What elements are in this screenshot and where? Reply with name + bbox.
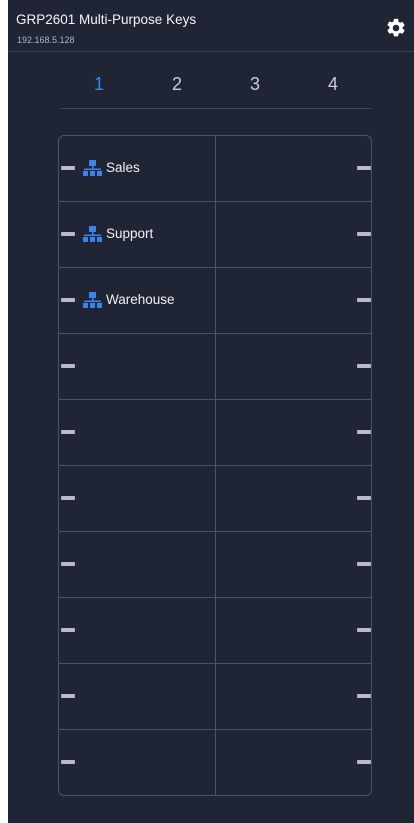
mpk-key-left-7[interactable] (59, 532, 215, 597)
mpk-key-left-10[interactable] (59, 730, 215, 795)
mpk-key-left-3[interactable]: Warehouse (59, 268, 215, 333)
mpk-key-right-2[interactable] (216, 202, 371, 267)
keys-panel: GRP2601 Multi-Purpose Keys 192.168.5.128… (8, 0, 414, 823)
key-label: Support (106, 226, 154, 241)
network-group-icon (83, 292, 102, 308)
mpk-key-right-7[interactable] (216, 532, 371, 597)
device-ip: 192.168.5.128 (17, 35, 75, 45)
key-row: Support (59, 202, 371, 268)
key-led-indicator (61, 760, 75, 764)
key-led-indicator (61, 298, 75, 302)
tab-1[interactable]: 1 (60, 74, 138, 95)
key-led-indicator (61, 628, 75, 632)
key-grid: Sales Support Warehouse (58, 135, 372, 796)
mpk-key-left-5[interactable] (59, 400, 215, 465)
mpk-key-right-9[interactable] (216, 664, 371, 729)
key-led-indicator (357, 628, 371, 632)
key-row: Warehouse (59, 268, 371, 334)
key-led-indicator (61, 430, 75, 434)
page-title: GRP2601 Multi-Purpose Keys (16, 12, 197, 27)
key-led-indicator (357, 166, 371, 170)
header: GRP2601 Multi-Purpose Keys 192.168.5.128 (8, 0, 414, 52)
mpk-key-left-2[interactable]: Support (59, 202, 215, 267)
key-led-indicator (61, 166, 75, 170)
key-led-indicator (61, 496, 75, 500)
key-led-indicator (61, 694, 75, 698)
mpk-key-right-10[interactable] (216, 730, 371, 795)
key-led-indicator (357, 430, 371, 434)
network-group-icon (83, 226, 102, 242)
key-led-indicator (357, 364, 371, 368)
key-led-indicator (357, 496, 371, 500)
tab-3[interactable]: 3 (216, 74, 294, 95)
key-led-indicator (357, 298, 371, 302)
mpk-key-right-6[interactable] (216, 466, 371, 531)
key-row: Sales (59, 136, 371, 202)
mpk-key-left-6[interactable] (59, 466, 215, 531)
key-led-indicator (357, 232, 371, 236)
mpk-key-right-8[interactable] (216, 598, 371, 663)
mpk-key-left-8[interactable] (59, 598, 215, 663)
mpk-key-right-4[interactable] (216, 334, 371, 399)
key-row (59, 664, 371, 730)
key-row (59, 466, 371, 532)
mpk-key-right-5[interactable] (216, 400, 371, 465)
key-row (59, 532, 371, 598)
tab-2[interactable]: 2 (138, 74, 216, 95)
key-label: Warehouse (106, 292, 175, 307)
key-row (59, 730, 371, 795)
gear-icon[interactable] (385, 17, 407, 39)
key-led-indicator (61, 562, 75, 566)
key-row (59, 598, 371, 664)
mpk-key-right-3[interactable] (216, 268, 371, 333)
mpk-key-right-1[interactable] (216, 136, 371, 201)
key-led-indicator (61, 232, 75, 236)
key-led-indicator (357, 694, 371, 698)
mpk-key-left-1[interactable]: Sales (59, 136, 215, 201)
mpk-key-left-4[interactable] (59, 334, 215, 399)
key-led-indicator (357, 562, 371, 566)
mpk-key-left-9[interactable] (59, 664, 215, 729)
key-row (59, 400, 371, 466)
tab-4[interactable]: 4 (294, 74, 372, 95)
key-led-indicator (61, 364, 75, 368)
key-led-indicator (357, 760, 371, 764)
page-tabs: 1234 (60, 74, 372, 109)
key-row (59, 334, 371, 400)
network-group-icon (83, 160, 102, 176)
key-label: Sales (106, 160, 140, 175)
